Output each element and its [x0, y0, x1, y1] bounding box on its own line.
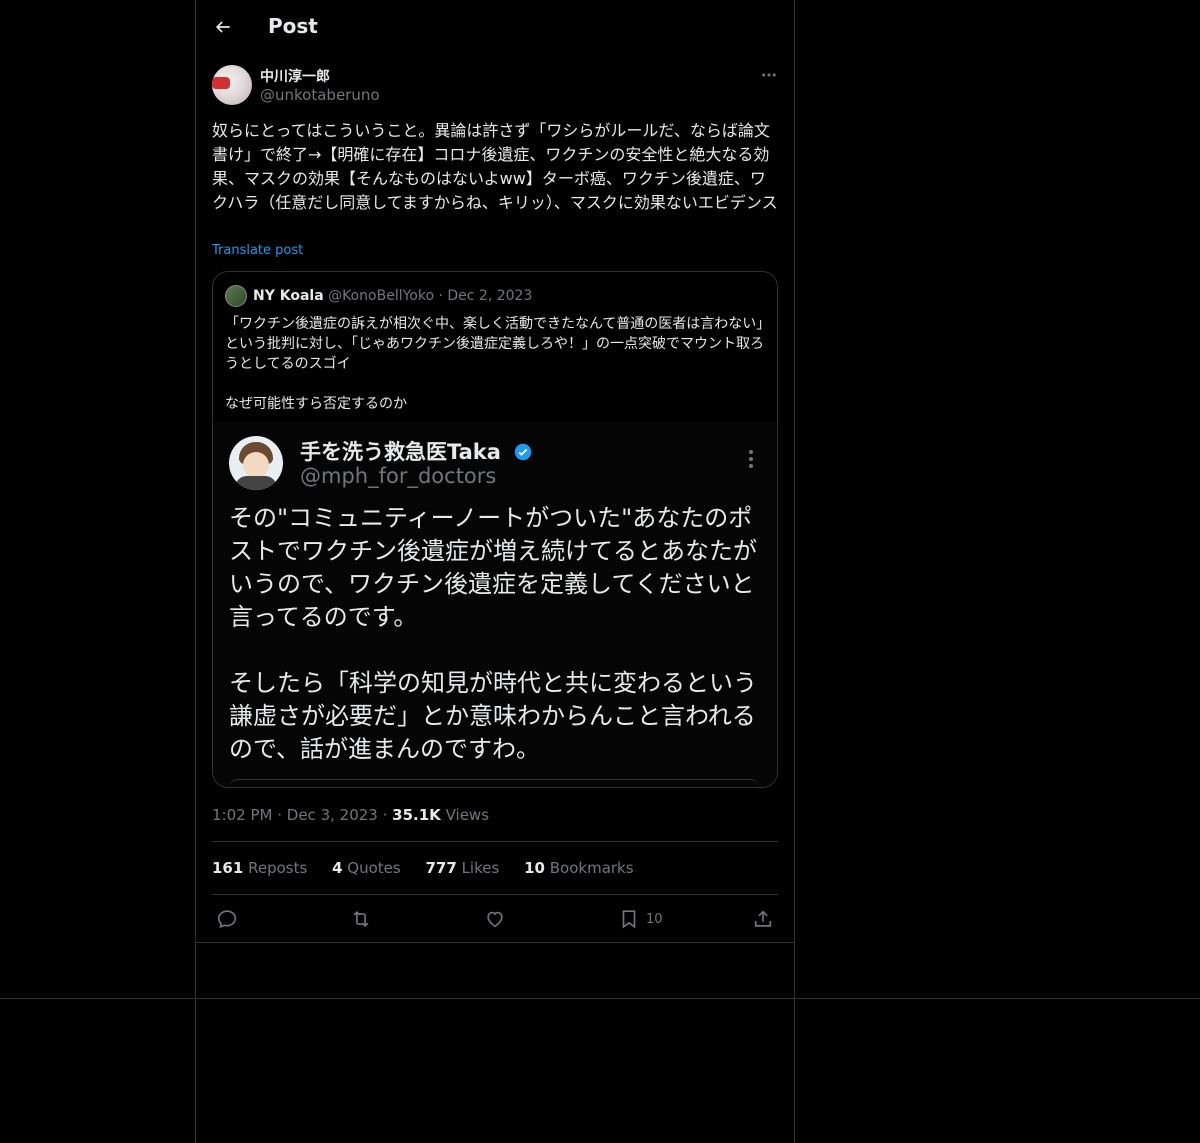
repost-button[interactable] — [350, 906, 372, 932]
timestamp-separator: · — [382, 806, 393, 824]
more-horizontal-icon — [762, 73, 776, 77]
quotes-label: Quotes — [347, 859, 401, 877]
bookmarks-label: Bookmarks — [549, 859, 634, 877]
bookmark-button[interactable]: 10 — [618, 906, 663, 932]
quotes-count: 4 — [332, 859, 343, 877]
quote-date: Dec 2, 2023 — [447, 288, 533, 304]
bookmark-count: 10 — [646, 911, 663, 927]
likes-stat[interactable]: 777 Likes — [425, 859, 499, 877]
bookmarks-stat[interactable]: 10 Bookmarks — [524, 859, 633, 877]
post-text: 奴らにとってはこういうこと。異論は許さず「ワシらがルールだ、ならば論文書け」で終… — [212, 121, 778, 212]
quotes-stat[interactable]: 4 Quotes — [332, 859, 401, 877]
post-timestamp: 1:02 PM · Dec 3, 2023 · 35.1K Views — [212, 806, 489, 824]
page-title: Post — [268, 14, 318, 38]
heart-icon — [487, 911, 503, 928]
back-button[interactable] — [210, 14, 236, 40]
verified-badge-icon — [515, 443, 532, 461]
divider — [196, 942, 794, 943]
quote-author-avatar — [225, 285, 247, 307]
author-avatar[interactable] — [212, 65, 252, 105]
more-options-button[interactable] — [758, 64, 780, 86]
quote-screenshot-image[interactable]: 手を洗う救急医Taka @mph_for_doctors その"コミュニティーノ… — [213, 422, 777, 787]
primary-column: Post 中川淳一郎 @unkotaberuno 奴らにとってはこういうこと。異… — [195, 0, 795, 1143]
reposts-count: 161 — [212, 859, 244, 877]
screenshot-author-name-text: 手を洗う救急医Taka — [300, 440, 501, 464]
reply-icon — [217, 910, 237, 929]
reply-button[interactable] — [216, 906, 238, 932]
views-count: 35.1K — [392, 806, 441, 824]
like-button[interactable] — [484, 906, 506, 932]
likes-label: Likes — [461, 859, 500, 877]
author-handle[interactable]: @unkotaberuno — [260, 86, 380, 104]
page-divider — [0, 998, 1200, 999]
timestamp-separator: · — [277, 806, 287, 824]
divider — [212, 841, 778, 842]
post-time[interactable]: 1:02 PM — [212, 806, 272, 824]
action-bar: 10 — [196, 904, 794, 934]
more-vertical-icon — [749, 450, 753, 468]
bookmark-icon — [622, 910, 636, 929]
reposts-stat[interactable]: 161 Reposts — [212, 859, 307, 877]
views-label: Views — [445, 806, 490, 824]
repost-icon — [353, 910, 369, 928]
reposts-label: Reposts — [248, 859, 308, 877]
quote-author-name: NY Koala — [253, 288, 324, 304]
post-date[interactable]: Dec 3, 2023 — [287, 806, 378, 824]
engagement-stats: 161 Reposts 4 Quotes 777 Likes 10 Bookma… — [212, 859, 654, 877]
translate-post-link[interactable]: Translate post — [212, 243, 303, 258]
arrow-left-icon — [215, 21, 230, 33]
quote-header: NY Koala @KonoBellYoko · Dec 2, 2023 — [253, 288, 532, 304]
screenshot-card-edge — [229, 779, 759, 787]
post-header: Post — [196, 0, 794, 54]
likes-count: 777 — [425, 859, 457, 877]
quote-author-handle: @KonoBellYoko — [328, 288, 435, 304]
share-icon — [754, 910, 772, 927]
screenshot-avatar — [229, 436, 283, 490]
author-name[interactable]: 中川淳一郎 — [260, 66, 330, 86]
share-button[interactable] — [752, 906, 774, 932]
screenshot-author-handle: @mph_for_doctors — [300, 464, 497, 488]
screenshot-author-name: 手を洗う救急医Taka — [300, 436, 532, 466]
quoted-post[interactable]: NY Koala @KonoBellYoko · Dec 2, 2023 「ワク… — [212, 271, 778, 788]
quote-text: 「ワクチン後遺症の訴えが相次ぐ中、楽しく活動できたなんて普通の医者は言わない」と… — [225, 316, 764, 412]
screenshot-text: その"コミュニティーノートがついた"あなたのポストでワクチン後遺症が増え続けてる… — [229, 504, 757, 763]
bookmarks-count: 10 — [524, 859, 545, 877]
divider — [212, 894, 778, 895]
